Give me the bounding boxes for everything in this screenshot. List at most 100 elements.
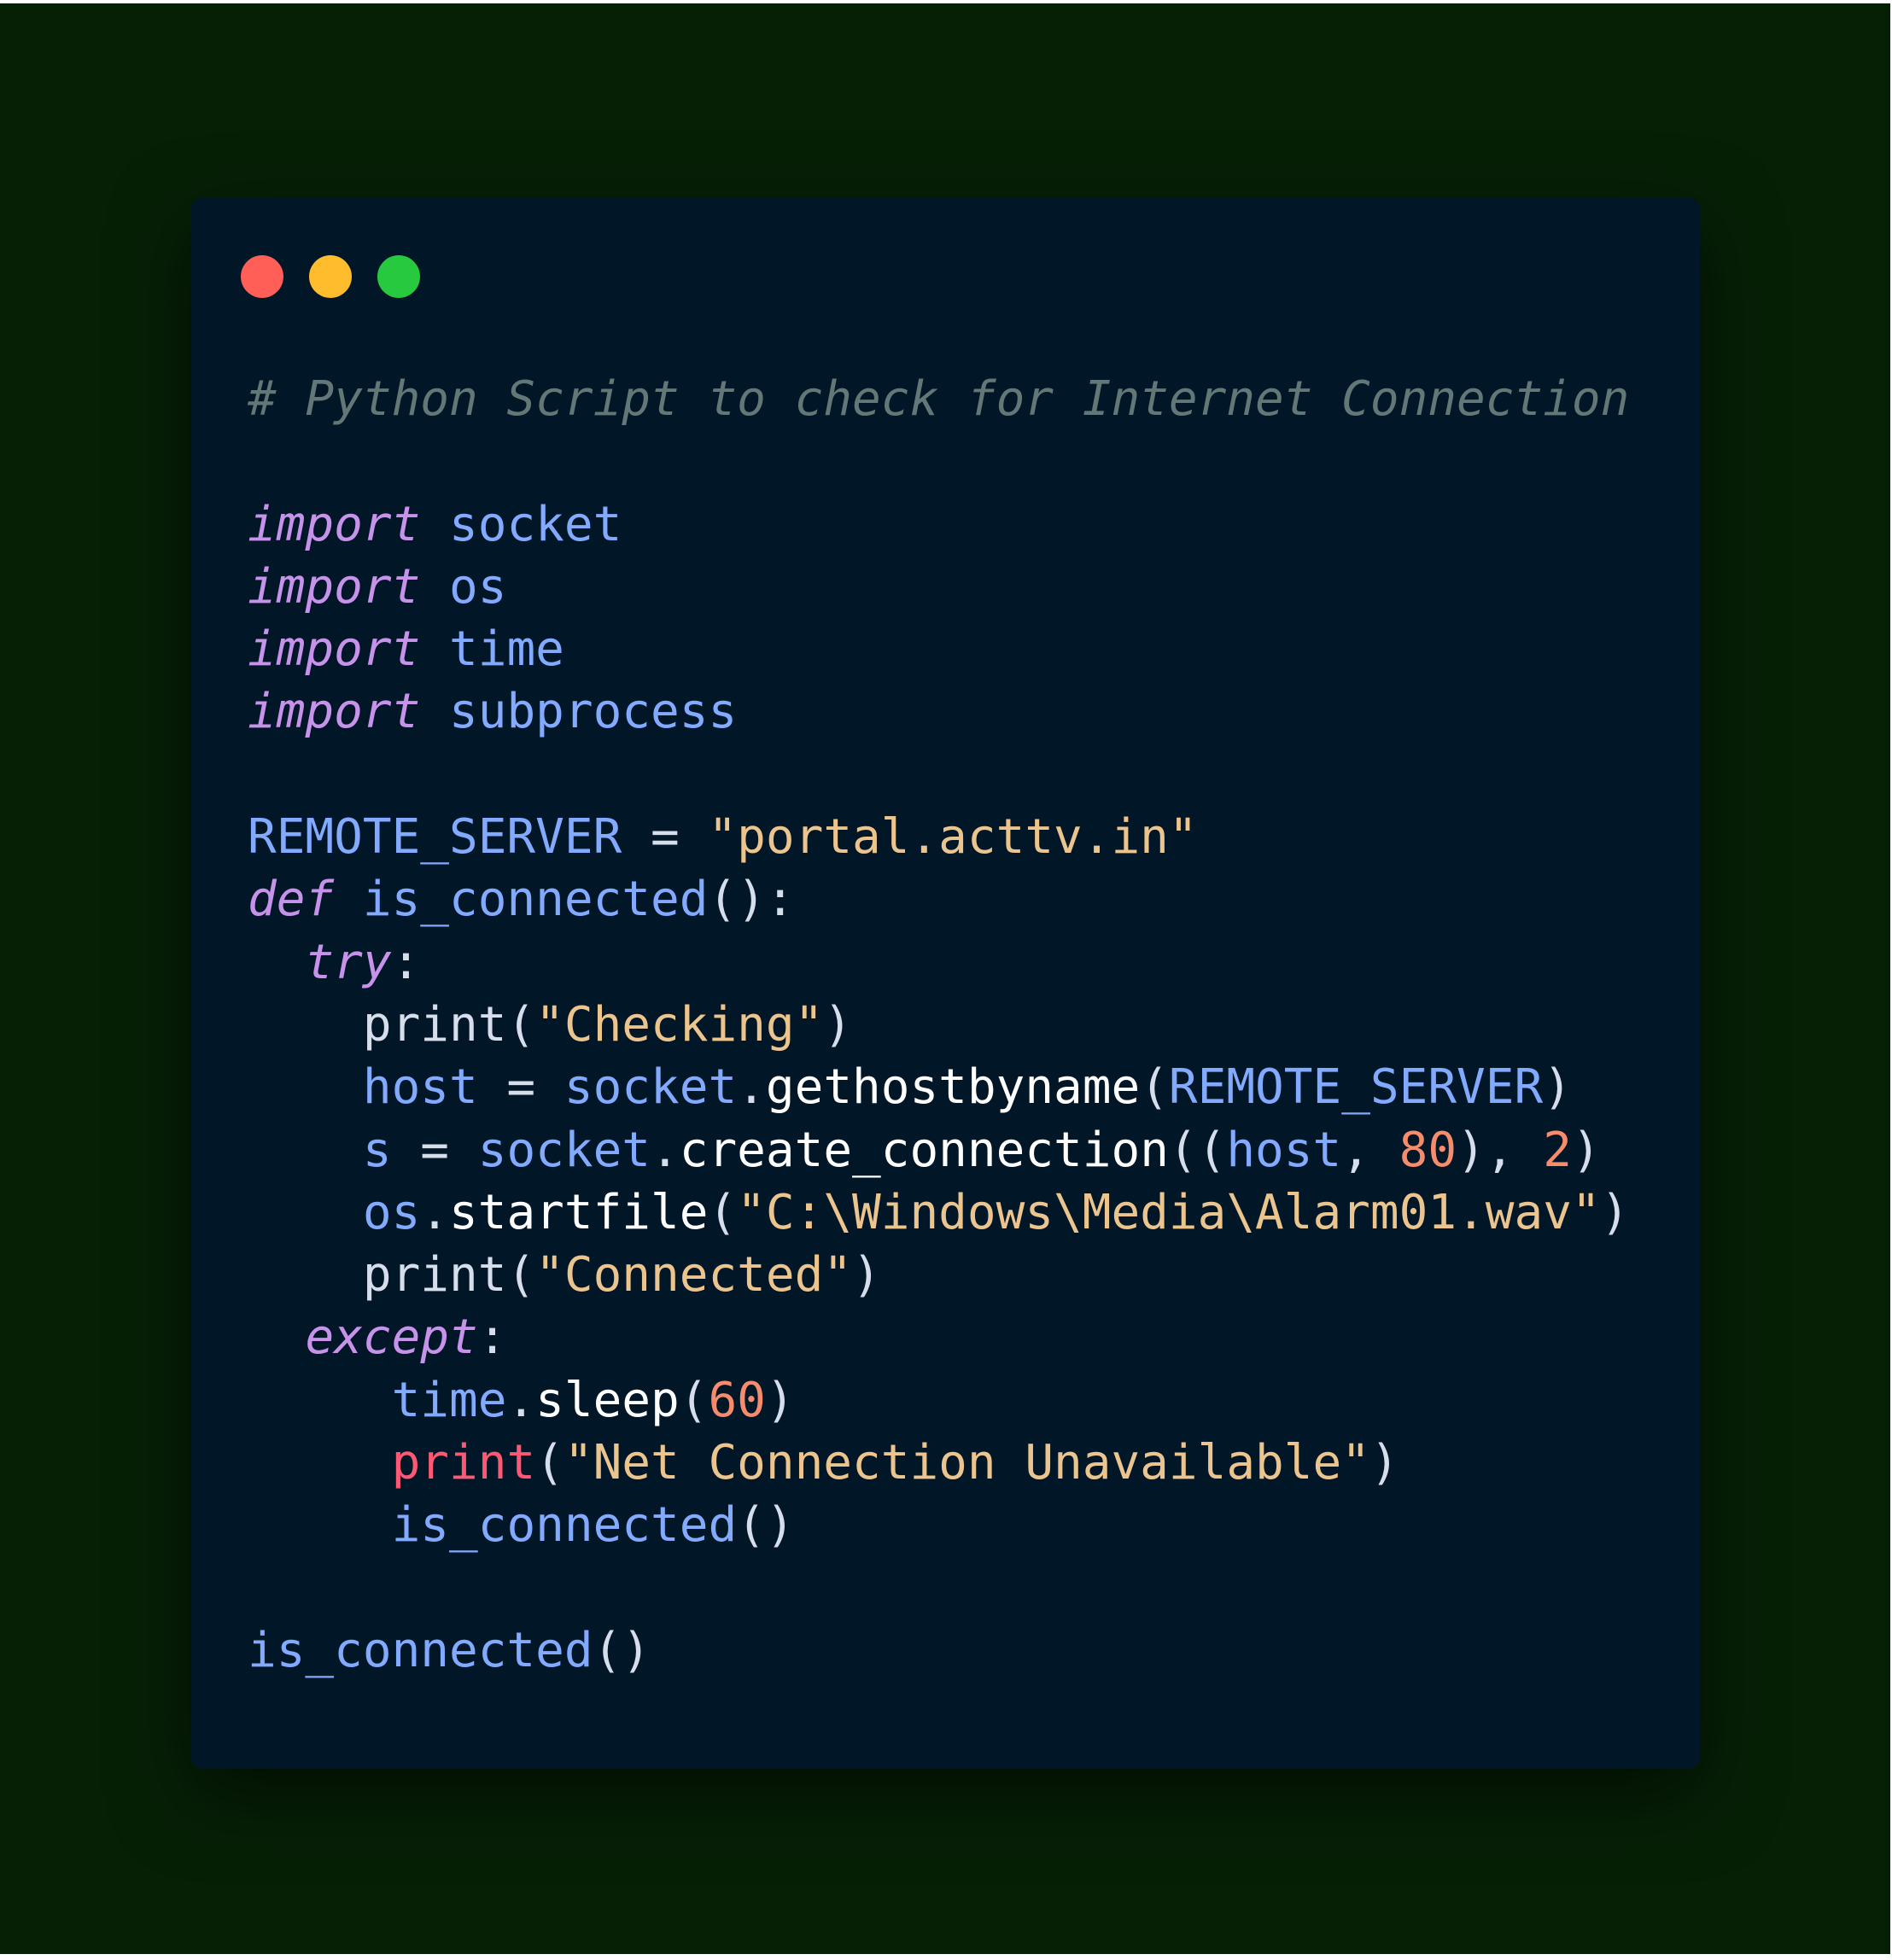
code-token: 2	[1543, 1122, 1572, 1178]
code-token: (	[679, 1372, 709, 1428]
code-line: time.sleep(60)	[248, 1369, 1683, 1432]
code-token: "Net Connection Unavailable"	[564, 1435, 1370, 1491]
code-token: print	[362, 1247, 507, 1304]
code-token: )	[1571, 1122, 1601, 1178]
code-token: (	[535, 1435, 564, 1491]
code-token: ),	[1457, 1122, 1544, 1178]
code-token: import	[248, 621, 421, 678]
code-token: (	[708, 1184, 738, 1240]
code-token: gethostbyname	[765, 1059, 1141, 1116]
code-token: REMOTE_SERVER	[248, 809, 622, 866]
code-token: print	[362, 996, 507, 1053]
code-line: # Python Script to check for Internet Co…	[248, 368, 1683, 430]
code-token: REMOTE_SERVER	[1168, 1059, 1544, 1116]
maximize-dot-icon[interactable]	[377, 255, 420, 298]
code-token: is_connected	[391, 1497, 738, 1554]
code-token: )	[852, 1247, 881, 1304]
code-token: :	[477, 1310, 507, 1366]
code-token: 60	[708, 1372, 766, 1428]
code-line: import subprocess	[248, 680, 1683, 743]
code-token: "Checking"	[535, 996, 824, 1053]
background-frame: # Python Script to check for Internet Co…	[0, 3, 1890, 1954]
code-line: is_connected()	[248, 1494, 1683, 1556]
code-token: (	[506, 996, 536, 1053]
code-token: )	[1369, 1435, 1399, 1491]
code-token: import	[248, 496, 421, 552]
code-line: print("Net Connection Unavailable")	[248, 1432, 1683, 1494]
code-token: print	[391, 1435, 536, 1491]
code-token: os	[362, 1184, 421, 1240]
code-token: ()	[593, 1622, 651, 1678]
code-line: except:	[248, 1306, 1683, 1368]
code-token: "Connected"	[535, 1247, 853, 1304]
code-token: host	[1226, 1122, 1342, 1178]
code-token: 80	[1399, 1122, 1457, 1178]
code-token: os	[449, 558, 507, 615]
code-token: is_connected	[362, 872, 709, 928]
code-token: host	[362, 1059, 478, 1116]
code-token: def	[248, 872, 335, 928]
code-line: try:	[248, 931, 1683, 994]
code-token: is_connected	[248, 1622, 593, 1678]
code-token: import	[248, 558, 421, 615]
code-token: ,	[1341, 1122, 1399, 1178]
code-token: # Python Script to check for Internet Co…	[248, 371, 1630, 427]
code-token: =	[477, 1059, 564, 1116]
code-token: .	[737, 1059, 766, 1116]
code-token: )	[1600, 1184, 1630, 1240]
code-token: except	[305, 1310, 478, 1366]
code-token: ():	[708, 872, 795, 928]
code-token: startfile	[449, 1184, 709, 1240]
code-token: time	[449, 621, 564, 678]
code-token: :	[391, 934, 421, 990]
code-line: import time	[248, 618, 1683, 680]
code-token: .	[506, 1372, 536, 1428]
code-token: ((	[1168, 1122, 1227, 1178]
code-token: time	[391, 1372, 507, 1428]
code-token: =	[391, 1122, 478, 1178]
code-token: "C:\Windows\Media\Alarm01.wav"	[737, 1184, 1601, 1240]
code-line: host = socket.gethostbyname(REMOTE_SERVE…	[248, 1056, 1683, 1118]
close-dot-icon[interactable]	[241, 255, 283, 298]
code-token: socket	[477, 1122, 651, 1178]
code-window: # Python Script to check for Internet Co…	[191, 197, 1700, 1769]
code-line: print("Checking")	[248, 994, 1683, 1056]
code-line: s = socket.create_connection((host, 80),…	[248, 1119, 1683, 1181]
code-token: )	[823, 996, 853, 1053]
code-token: create_connection	[679, 1122, 1169, 1178]
code-token: sleep	[535, 1372, 680, 1428]
code-token: try	[305, 934, 392, 990]
code-line: def is_connected():	[248, 868, 1683, 930]
code-token: "portal.acttv.in"	[708, 809, 1198, 866]
code-line: print("Connected")	[248, 1244, 1683, 1306]
code-line: os.startfile("C:\Windows\Media\Alarm01.w…	[248, 1181, 1683, 1244]
code-token: s	[362, 1122, 392, 1178]
code-line: REMOTE_SERVER = "portal.acttv.in"	[248, 806, 1683, 868]
code-line: import socket	[248, 493, 1683, 556]
code-token: .	[420, 1184, 450, 1240]
minimize-dot-icon[interactable]	[309, 255, 352, 298]
code-token: socket	[564, 1059, 738, 1116]
code-line: is_connected()	[248, 1619, 1683, 1682]
code-token: =	[622, 809, 709, 866]
code-line: import os	[248, 556, 1683, 618]
code-token: .	[651, 1122, 680, 1178]
code-token: (	[506, 1247, 536, 1304]
code-token: )	[1543, 1059, 1572, 1116]
